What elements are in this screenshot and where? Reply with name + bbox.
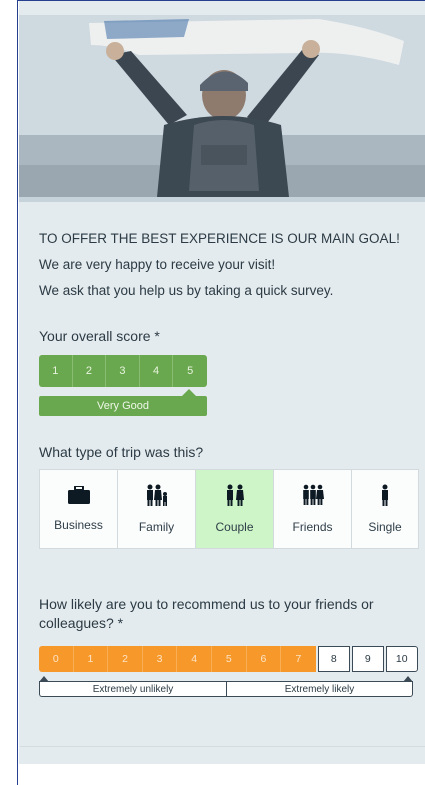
trip-option-label: Single	[368, 520, 402, 534]
intro-headline: TO OFFER THE BEST EXPERIENCE IS OUR MAIN…	[39, 231, 400, 246]
score-option-3[interactable]: 3	[106, 355, 140, 387]
nps-option-0[interactable]: 0	[39, 646, 74, 672]
score-option-4[interactable]: 4	[139, 355, 174, 387]
trip-type-question: What type of trip was this?	[39, 444, 204, 460]
nps-option-5[interactable]: 5	[211, 646, 247, 672]
hero-illustration	[19, 15, 425, 197]
family-icon	[145, 484, 169, 506]
nps-option-2[interactable]: 2	[108, 646, 143, 672]
recommend-scale-labels: Extremely unlikely Extremely likely	[39, 676, 413, 697]
trip-option-friends[interactable]: Friends	[274, 470, 352, 548]
overall-score-question: Your overall score *	[39, 328, 160, 344]
footer-divider	[20, 746, 425, 747]
trip-option-family[interactable]: Family	[118, 470, 196, 548]
score-option-1[interactable]: 1	[39, 355, 73, 387]
friends-icon	[301, 484, 325, 506]
briefcase-icon	[67, 486, 90, 504]
trip-option-business[interactable]: Business	[40, 470, 118, 548]
intro-line-1: We are very happy to receive your visit!	[39, 257, 276, 272]
trip-option-label: Family	[138, 520, 175, 534]
high-end-label: Extremely likely	[226, 681, 413, 697]
nps-option-7[interactable]: 7	[281, 646, 316, 672]
nps-option-1[interactable]: 1	[73, 646, 109, 672]
trip-option-couple[interactable]: Couple	[196, 470, 274, 548]
nps-option-8[interactable]: 8	[317, 646, 350, 672]
nps-option-6[interactable]: 6	[246, 646, 282, 672]
nps-option-3[interactable]: 3	[142, 646, 178, 672]
survey-panel: TO OFFER THE BEST EXPERIENCE IS OUR MAIN…	[19, 1, 425, 764]
trip-type-options: Business Family Couple Friends Single	[39, 469, 419, 549]
recommend-scale: 0 1 2 3 4 5 6 7 8 9 10	[39, 646, 418, 672]
nps-option-10[interactable]: 10	[385, 646, 418, 672]
single-person-icon	[380, 484, 390, 506]
couple-icon	[225, 484, 245, 506]
trip-option-label: Friends	[292, 520, 333, 534]
intro-line-2: We ask that you help us by taking a quic…	[39, 283, 334, 298]
hero-divider	[19, 197, 425, 202]
score-option-5[interactable]: 5	[173, 355, 207, 387]
hero-image	[19, 15, 425, 197]
score-option-2[interactable]: 2	[72, 355, 107, 387]
score-selected-label: Very Good	[39, 396, 207, 416]
low-end-label: Extremely unlikely	[39, 681, 226, 697]
survey-frame: TO OFFER THE BEST EXPERIENCE IS OUR MAIN…	[17, 0, 425, 785]
trip-option-single[interactable]: Single	[352, 470, 418, 548]
trip-option-label: Business	[54, 518, 103, 532]
trip-option-label: Couple	[215, 520, 254, 534]
nps-option-4[interactable]: 4	[177, 646, 212, 672]
recommend-question: How likely are you to recommend us to yo…	[39, 596, 374, 631]
nps-option-9[interactable]: 9	[351, 646, 384, 672]
overall-score-scale: 1 2 3 4 5	[39, 355, 207, 387]
score-pointer-arrow	[182, 389, 196, 396]
